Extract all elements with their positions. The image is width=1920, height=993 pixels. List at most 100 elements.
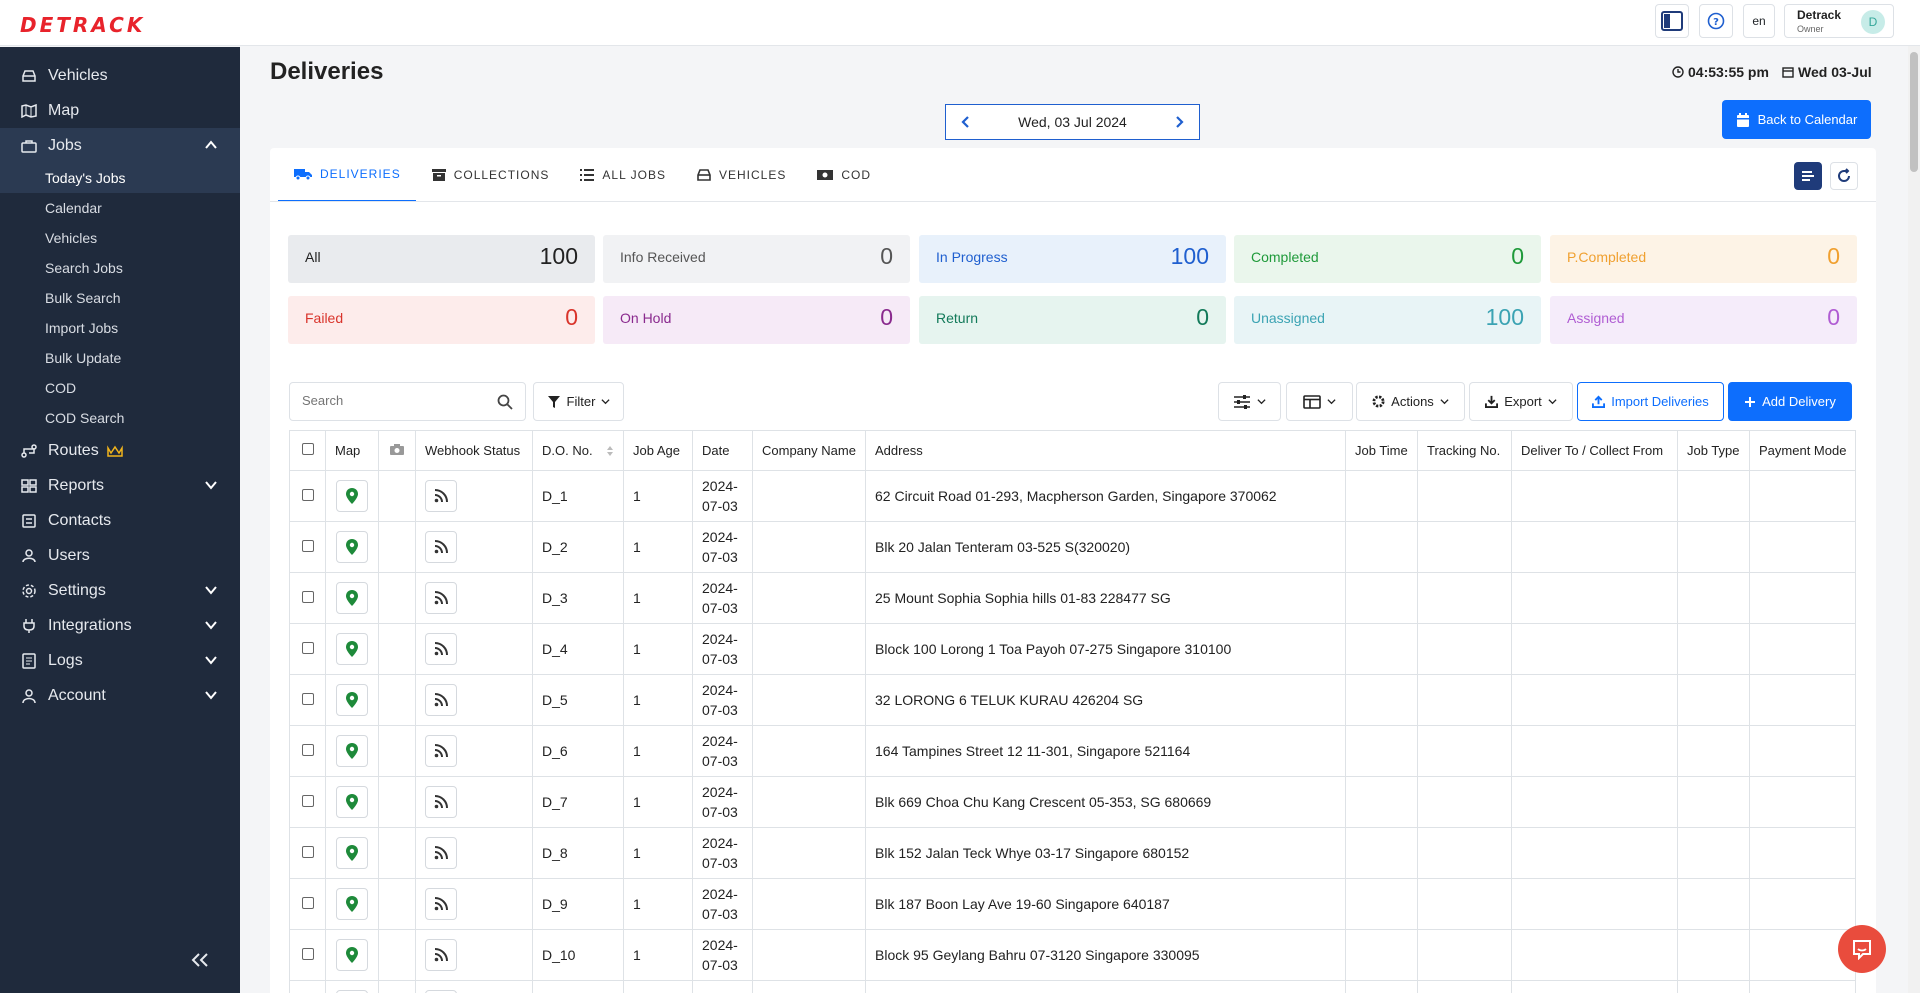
sidebar-toggle-button[interactable] [1655,4,1689,38]
scrollbar-thumb[interactable] [1910,52,1918,172]
header-tracking[interactable]: Tracking No. [1417,430,1512,471]
sidebar-item-routes[interactable]: Routes [0,433,240,468]
header-payment-mode[interactable]: Payment Mode [1748,430,1857,471]
collapse-sidebar-icon[interactable] [190,952,210,968]
table-row[interactable]: D_6 1 2024- 07-03 164 Tampines Street 12 11-… [289,725,1857,777]
header-company[interactable]: Company Name [752,430,866,471]
stat-completed[interactable]: Completed 0 [1234,235,1541,283]
do-no-cell[interactable]: D_3 [532,572,624,624]
stat-info-received[interactable]: Info Received 0 [603,235,910,283]
webhook-button[interactable] [425,531,457,563]
sidebar-sub-bulk-update[interactable]: Bulk Update [0,343,240,373]
tab-vehicles[interactable]: VEHICLES [681,148,801,202]
map-pin-button[interactable] [336,531,368,563]
stat-in-progress[interactable]: In Progress 100 [919,235,1226,283]
filter-button[interactable]: Filter [533,382,624,421]
sidebar-item-reports[interactable]: Reports [0,468,240,503]
table-row[interactable]: D_7 1 2024- 07-03 Blk 669 Choa Chu Kang Cres… [289,776,1857,828]
stat-unassigned[interactable]: Unassigned 100 [1234,296,1541,344]
header-address[interactable]: Address [865,430,1346,471]
sidebar-item-logs[interactable]: Logs [0,643,240,678]
row-checkbox[interactable] [301,693,314,705]
map-pin-button[interactable] [336,684,368,716]
sidebar-sub-todays-jobs[interactable]: Today's Jobs [0,163,240,193]
header-do-no[interactable]: D.O. No. [532,430,624,471]
search-input[interactable] [302,393,492,408]
table-row[interactable]: D_4 1 2024- 07-03 Block 100 Lorong 1 Toa Pay… [289,623,1857,675]
row-checkbox[interactable] [301,642,314,654]
export-button[interactable]: Export [1469,382,1573,421]
sidebar-sub-import-jobs[interactable]: Import Jobs [0,313,240,343]
tab-collections[interactable]: COLLECTIONS [416,148,565,202]
sidebar-sub-cod[interactable]: COD [0,373,240,403]
row-checkbox[interactable] [301,489,314,501]
do-no-cell[interactable]: D_9 [532,878,624,930]
sidebar-item-account[interactable]: Account [0,678,240,713]
table-row[interactable]: D_3 1 2024- 07-03 25 Mount Sophia Sophia hil… [289,572,1857,624]
map-pin-button[interactable] [336,633,368,665]
sidebar-sub-bulk-search[interactable]: Bulk Search [0,283,240,313]
map-pin-button[interactable] [336,480,368,512]
stat-failed[interactable]: Failed 0 [288,296,595,344]
stat-p-completed[interactable]: P.Completed 0 [1550,235,1857,283]
user-menu[interactable]: Detrack Owner D [1784,4,1894,38]
header-job-time[interactable]: Job Time [1345,430,1418,471]
map-pin-button[interactable] [336,582,368,614]
do-no-cell[interactable]: D_7 [532,776,624,828]
row-checkbox[interactable] [301,948,314,960]
sidebar-item-map[interactable]: Map [0,93,240,128]
column-settings-button[interactable] [1218,382,1281,421]
stat-on-hold[interactable]: On Hold 0 [603,296,910,344]
language-button[interactable]: en [1743,4,1775,38]
webhook-button[interactable] [425,684,457,716]
selected-date[interactable]: Wed, 03 Jul 2024 [1018,114,1127,130]
header-webhook[interactable]: Webhook Status [415,430,533,471]
page-scrollbar[interactable] [1908,46,1920,993]
webhook-button[interactable] [425,735,457,767]
do-no-cell[interactable] [532,980,624,993]
map-pin-button[interactable] [336,888,368,920]
table-row[interactable]: D_10 1 2024- 07-03 Block 95 Geylang Bahru 07… [289,929,1857,981]
webhook-button[interactable] [425,888,457,920]
map-pin-button[interactable] [336,837,368,869]
header-job-age[interactable]: Job Age [623,430,693,471]
sidebar-sub-vehicles[interactable]: Vehicles [0,223,240,253]
do-no-cell[interactable]: D_5 [532,674,624,726]
next-date-button[interactable] [1173,115,1185,129]
do-no-cell[interactable]: D_6 [532,725,624,777]
header-deliver-to[interactable]: Deliver To / Collect From [1511,430,1678,471]
sidebar-item-users[interactable]: Users [0,538,240,573]
do-no-cell[interactable]: D_8 [532,827,624,879]
header-job-type[interactable]: Job Type [1677,430,1750,471]
sort-icon[interactable] [606,445,614,457]
do-no-cell[interactable]: D_1 [532,470,624,522]
add-delivery-button[interactable]: Add Delivery [1728,382,1852,421]
row-checkbox[interactable] [301,846,314,858]
back-to-calendar-button[interactable]: Back to Calendar [1722,100,1871,139]
actions-button[interactable]: Actions [1356,382,1465,421]
header-map[interactable]: Map [325,430,379,471]
table-row[interactable]: D_5 1 2024- 07-03 32 LORONG 6 TELUK KURAU 42… [289,674,1857,726]
table-row[interactable]: D_8 1 2024- 07-03 Blk 152 Jalan Teck Whye 03… [289,827,1857,879]
refresh-button[interactable] [1830,162,1858,190]
row-checkbox[interactable] [301,897,314,909]
row-checkbox[interactable] [301,795,314,807]
do-no-cell[interactable]: D_4 [532,623,624,675]
do-no-cell[interactable]: D_2 [532,521,624,573]
row-checkbox[interactable] [301,591,314,603]
import-deliveries-button[interactable]: Import Deliveries [1577,382,1724,421]
webhook-button[interactable] [425,939,457,971]
table-row[interactable]: D_9 1 2024- 07-03 Blk 187 Boon Lay Ave 19-60… [289,878,1857,930]
column-layout-button[interactable] [1794,162,1822,190]
sidebar-item-contacts[interactable]: Contacts [0,503,240,538]
sidebar-sub-calendar[interactable]: Calendar [0,193,240,223]
sidebar-sub-search-jobs[interactable]: Search Jobs [0,253,240,283]
table-row[interactable]: 2024- [289,980,1857,993]
webhook-button[interactable] [425,480,457,512]
detrack-logo[interactable]: DETRACK [20,13,145,37]
sidebar-item-integrations[interactable]: Integrations [0,608,240,643]
webhook-button[interactable] [425,633,457,665]
select-all-checkbox[interactable] [301,443,314,455]
sidebar-item-vehicles[interactable]: Vehicles [0,58,240,93]
stat-all[interactable]: All 100 [288,235,595,283]
